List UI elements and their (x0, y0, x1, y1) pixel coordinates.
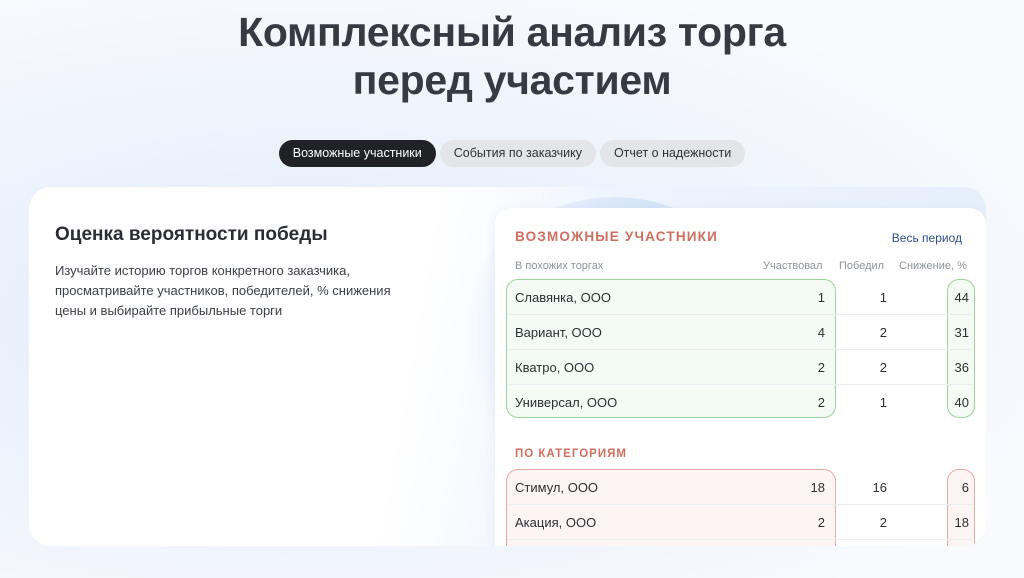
won-count: 2 (879, 325, 887, 340)
decrease-percent: 18 (954, 515, 969, 530)
feature-title: Оценка вероятности победы (55, 224, 328, 245)
tab-reliability-report[interactable]: Отчет о надежности (599, 140, 746, 167)
feature-description: Изучайте историю торгов конкретного зака… (55, 263, 391, 318)
participant-name: Вариант, ООО (515, 325, 602, 340)
column-header-won: Победил (839, 260, 885, 272)
participated-count: 4 (817, 325, 825, 340)
page-headline: Комплексный анализ торга перед участием (0, 8, 1024, 104)
won-count: 1 (879, 290, 887, 305)
won-count: 16 (872, 480, 887, 495)
won-count: 2 (879, 515, 887, 530)
participant-name: Акация, ООО (515, 515, 597, 530)
participated-count: 2 (817, 395, 825, 410)
participant-name: Универсал, ООО (515, 395, 618, 410)
table-row[interactable]: Кватро, ООО 2 2 36 (507, 350, 973, 385)
participated-count: 2 (817, 360, 825, 375)
participant-name: Стимул, ООО (515, 480, 599, 495)
participated-count: 18 (810, 480, 825, 495)
table-row[interactable]: Вариант, ООО 4 2 31 (507, 315, 973, 350)
feature-card: Оценка вероятности победы Изучайте истор… (29, 187, 986, 546)
won-count: 1 (879, 395, 887, 410)
table-row[interactable]: Универсал, ООО 2 1 40 (507, 385, 973, 420)
decrease-percent: 36 (954, 360, 969, 375)
participant-name: Славянка, ООО (515, 290, 611, 305)
category-section-title: ПО КАТЕГОРИЯМ (515, 448, 627, 460)
participated-count: 1 (817, 290, 825, 305)
column-header-participated: Участвовал (763, 260, 823, 272)
decrease-percent: 31 (954, 325, 969, 340)
table-row[interactable]: Акация, ООО 2 2 18 (507, 505, 973, 540)
participants-panel: ВОЗМОЖНЫЕ УЧАСТНИКИ Весь период В похожи… (495, 208, 986, 546)
decrease-percent: 44 (954, 290, 969, 305)
table-row[interactable]: Славянка, ООО 1 1 44 (507, 280, 973, 315)
column-header-group: В похожих торгах (515, 260, 604, 272)
table-row[interactable]: Стимул, ООО 18 16 6 (507, 470, 973, 505)
participant-name: Кватро, ООО (515, 360, 595, 375)
headline-line-1: Комплексный анализ торга (238, 9, 786, 55)
decrease-percent: 40 (954, 395, 969, 410)
headline-line-2: перед участием (352, 57, 672, 103)
participated-count: 2 (817, 515, 825, 530)
tab-bar: Возможные участники События по заказчику… (0, 140, 1024, 167)
tab-possible-participants[interactable]: Возможные участники (278, 140, 436, 167)
panel-title: ВОЗМОЖНЫЕ УЧАСТНИКИ (515, 229, 719, 244)
tab-customer-events[interactable]: События по заказчику (439, 140, 596, 167)
column-header-decrease: Снижение, % (899, 260, 967, 272)
period-selector[interactable]: Весь период (892, 231, 962, 245)
won-count: 2 (879, 360, 887, 375)
decrease-percent: 6 (961, 480, 969, 495)
